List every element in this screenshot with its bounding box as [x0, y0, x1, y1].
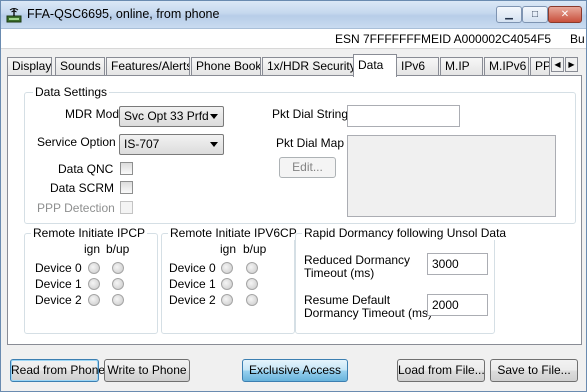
resume-dormancy-label: Resume Default [304, 293, 391, 307]
ipv6cp-device-2-bup-radio[interactable] [246, 294, 258, 306]
ppp-detection-checkbox[interactable] [120, 201, 133, 214]
ipv6cp-device-0-bup-radio[interactable] [246, 262, 258, 274]
write-to-phone-button[interactable]: Write to Phone [104, 359, 190, 382]
ipv6cp-device-0-ign-radio[interactable] [221, 262, 233, 274]
ipcp-device-1-ign-radio[interactable] [88, 278, 100, 290]
ipcp-device-0-label: Device 0 [35, 261, 82, 275]
rapid-dormancy-legend: Rapid Dormancy following Unsol Data [302, 226, 509, 240]
app-window: FFA-QSC6695, online, from phone ▁ □ ✕ ES… [0, 0, 587, 392]
close-icon: ✕ [560, 9, 570, 20]
ipcp-device-0-bup-radio[interactable] [112, 262, 124, 274]
tab-scroll-right-button[interactable]: ▶ [565, 57, 578, 72]
title-bar[interactable]: FFA-QSC6695, online, from phone ▁ □ ✕ [1, 1, 586, 29]
service-option-select[interactable]: IS-707 [119, 134, 224, 155]
ipcp-device-2-ign-radio[interactable] [88, 294, 100, 306]
ipv6cp-device-0-label: Device 0 [169, 261, 216, 275]
service-option-label: Service Option [37, 135, 116, 149]
data-scrm-label: Data SCRM [50, 181, 115, 195]
mdr-mode-label: MDR Mode [65, 107, 126, 121]
minimize-icon: ▁ [505, 9, 513, 20]
ipv6cp-device-2-ign-radio[interactable] [221, 294, 233, 306]
ipcp-legend: Remote Initiate IPCP [31, 226, 148, 240]
maximize-icon: □ [531, 9, 539, 20]
meid-readout: MEID A000002C4054F5 [421, 32, 552, 46]
tab-overflow[interactable]: PP [530, 57, 550, 76]
read-from-phone-button[interactable]: Read from Phone [10, 359, 105, 382]
ipv6cp-ign-header: ign [220, 242, 237, 256]
pkt-dial-string-label: Pkt Dial String [272, 107, 349, 121]
tab-mipv6[interactable]: M.IPv6 [484, 57, 529, 76]
edit-button[interactable]: Edit... [279, 157, 336, 178]
data-scrm-checkbox[interactable] [120, 181, 133, 194]
resume-dormancy-input[interactable]: 2000 [427, 294, 488, 316]
data-qnc-checkbox[interactable] [120, 162, 133, 175]
ipv6cp-legend: Remote Initiate IPV6CP [168, 226, 299, 240]
ipv6cp-device-1-bup-radio[interactable] [246, 278, 258, 290]
ipcp-device-2-bup-radio[interactable] [112, 294, 124, 306]
tab-1x-hdr-security[interactable]: 1x/HDR Security [262, 57, 354, 76]
ipcp-device-1-bup-radio[interactable] [112, 278, 124, 290]
ipcp-bup-header: b/up [106, 242, 130, 256]
ipcp-device-1-label: Device 1 [35, 277, 82, 291]
chevron-down-icon [210, 114, 218, 119]
data-tab-panel: Data Settings MDR Mode Svc Opt 33 Prfd S… [7, 75, 582, 345]
reduced-dormancy-label-2: Timeout (ms) [304, 266, 375, 280]
tab-scroll-left-button[interactable]: ◀ [551, 57, 564, 72]
ipcp-device-0-ign-radio[interactable] [88, 262, 100, 274]
arrow-right-icon: ▶ [568, 60, 575, 69]
reduced-dormancy-input[interactable]: 3000 [427, 253, 488, 275]
pkt-dial-map-label: Pkt Dial Map [276, 136, 345, 150]
device-info-bar: ESN 7FFFFFFF MEID A000002C4054F5 Bu [1, 29, 586, 49]
resume-dormancy-label-2: Dormancy Timeout (ms) [304, 306, 433, 320]
status-overflow-text: Bu [570, 32, 585, 46]
exclusive-access-button[interactable]: Exclusive Access [242, 359, 348, 382]
reduced-dormancy-label: Reduced Dormancy [304, 253, 411, 267]
tab-display[interactable]: Display [7, 57, 52, 76]
ipv6cp-device-2-label: Device 2 [169, 293, 216, 307]
data-settings-legend: Data Settings [33, 85, 110, 99]
tab-phone-book[interactable]: Phone Book [191, 57, 261, 76]
ipcp-device-2-label: Device 2 [35, 293, 82, 307]
pkt-dial-string-input[interactable] [347, 105, 460, 127]
ipv6cp-bup-header: b/up [243, 242, 267, 256]
tab-data[interactable]: Data [353, 54, 397, 77]
data-qnc-label: Data QNC [58, 162, 114, 176]
window-title: FFA-QSC6695, online, from phone [27, 7, 220, 21]
tab-mip[interactable]: M.IP [440, 57, 483, 76]
tab-sounds[interactable]: Sounds [55, 57, 105, 76]
esn-readout: ESN 7FFFFFFF [335, 32, 421, 46]
close-button[interactable]: ✕ [548, 6, 582, 23]
maximize-button[interactable]: □ [522, 6, 548, 23]
tab-features-alerts[interactable]: Features/Alerts [106, 57, 190, 76]
ppp-detection-label: PPP Detection [37, 201, 115, 215]
tab-ipv6[interactable]: IPv6 [396, 57, 439, 76]
phone-antenna-icon [6, 8, 22, 23]
tab-strip: Display Sounds Features/Alerts Phone Boo… [7, 54, 582, 77]
ipv6cp-device-1-label: Device 1 [169, 277, 216, 291]
ipcp-ign-header: ign [84, 242, 101, 256]
pkt-dial-map-list[interactable] [347, 135, 556, 217]
mdr-mode-select[interactable]: Svc Opt 33 Prfd [119, 106, 224, 127]
arrow-left-icon: ◀ [554, 60, 561, 69]
chevron-down-icon [210, 142, 218, 147]
ipv6cp-device-1-ign-radio[interactable] [221, 278, 233, 290]
minimize-button[interactable]: ▁ [496, 6, 522, 23]
save-to-file-button[interactable]: Save to File... [490, 359, 578, 382]
load-from-file-button[interactable]: Load from File... [397, 359, 485, 382]
